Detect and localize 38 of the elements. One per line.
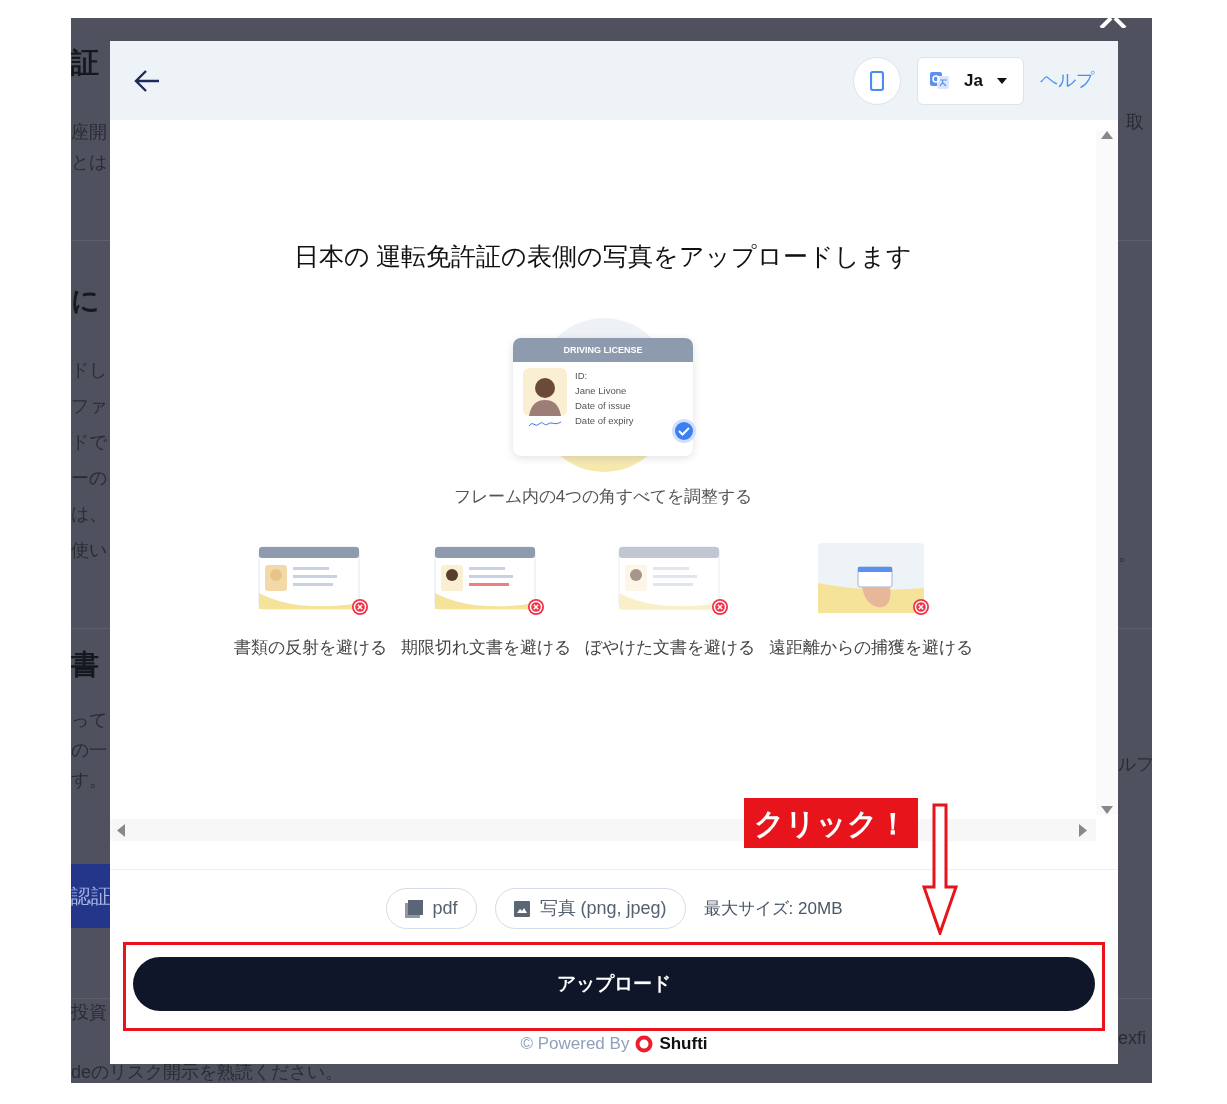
scroll-left-icon[interactable]	[116, 824, 126, 837]
image-icon	[513, 900, 530, 917]
close-icon[interactable]	[1097, 18, 1129, 28]
page-text: 。	[1118, 543, 1136, 566]
device-button[interactable]	[853, 56, 901, 105]
back-arrow-icon[interactable]	[134, 69, 160, 92]
powered-by-text: © Powered By	[520, 1033, 630, 1055]
error-icon	[526, 598, 545, 616]
logo-icon	[635, 1034, 654, 1053]
error-icon	[351, 598, 369, 616]
tip-label: 書類の反射を避ける	[233, 637, 387, 659]
error-icon	[710, 598, 729, 616]
page-heading: 証	[71, 46, 100, 80]
page-heading: に	[71, 284, 101, 318]
page-banner: 認証	[71, 864, 110, 928]
phone-icon	[870, 70, 884, 91]
caret-icon	[996, 77, 1007, 84]
tip-label: 遠距離からの捕獲を避ける	[768, 637, 973, 659]
scroll-up-icon[interactable]	[1100, 130, 1114, 140]
file-type-chip: 写真 (png, jpeg)	[494, 888, 686, 929]
pdf-icon	[404, 899, 423, 918]
scroll-down-icon[interactable]	[1100, 805, 1114, 815]
tip-label: 期限切れ文書を避ける	[400, 637, 571, 659]
brand-name: Shufti	[659, 1033, 708, 1055]
scroll-right-icon[interactable]	[1078, 824, 1088, 837]
page-heading: 書	[71, 648, 100, 682]
down-arrow-icon	[922, 803, 958, 935]
file-type-chip: pdf	[385, 888, 477, 929]
tip-label: ぼやけた文書を避ける	[584, 637, 755, 659]
dialog-title: 日本の 運転免許証の表側の写真をアップロードします	[293, 241, 913, 272]
max-size-text: 最大サイズ: 20MB	[703, 897, 843, 920]
upload-button[interactable]: アップロード	[133, 957, 1095, 1011]
language-select[interactable]: Ja	[917, 56, 1024, 105]
error-icon	[911, 598, 930, 616]
vertical-scrollbar[interactable]	[1096, 130, 1118, 815]
click-tooltip: クリック！	[744, 798, 918, 848]
translate-icon	[930, 71, 950, 90]
instruction-text: フレーム内の4つの角すべてを調整する	[453, 485, 753, 508]
